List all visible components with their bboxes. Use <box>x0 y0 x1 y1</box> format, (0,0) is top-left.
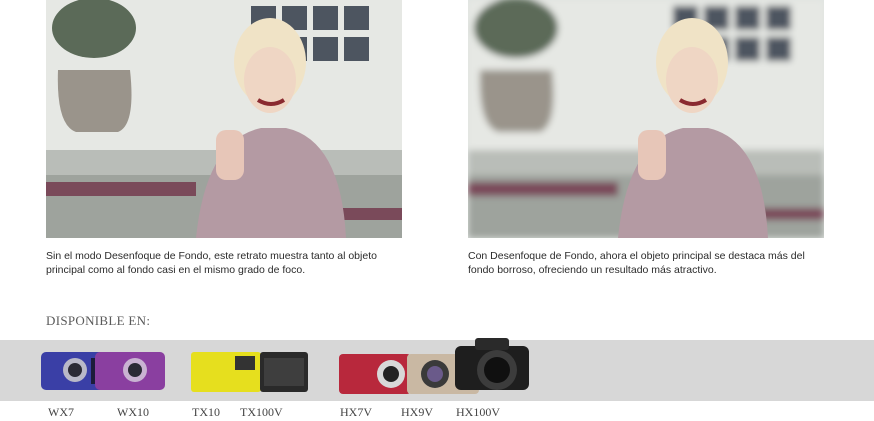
model-label-wx10[interactable]: WX10 <box>117 405 149 420</box>
camera-hx100v-image[interactable] <box>455 336 529 396</box>
model-label-hx9v[interactable]: HX9V <box>401 405 433 420</box>
model-label-wx7[interactable]: WX7 <box>48 405 74 420</box>
model-label-tx100v[interactable]: TX100V <box>240 405 283 420</box>
model-label-hx7v[interactable]: HX7V <box>340 405 372 420</box>
availability-heading: DISPONIBLE EN: <box>46 313 151 328</box>
camera-wx10-image[interactable] <box>95 348 167 392</box>
caption-with-blur: Con Desenfoque de Fondo, ahora el objeto… <box>468 250 805 276</box>
portrait-photo-sharp <box>46 0 402 238</box>
camera-hx7v-image[interactable] <box>339 348 411 394</box>
model-label-tx10[interactable]: TX10 <box>192 405 220 420</box>
camera-tx100v-image[interactable] <box>238 348 310 392</box>
caption-without-blur: Sin el modo Desenfoque de Fondo, este re… <box>46 250 377 276</box>
camera-strip <box>0 338 874 401</box>
model-label-hx100v[interactable]: HX100V <box>456 405 500 420</box>
portrait-photo-background-blur <box>468 0 824 238</box>
